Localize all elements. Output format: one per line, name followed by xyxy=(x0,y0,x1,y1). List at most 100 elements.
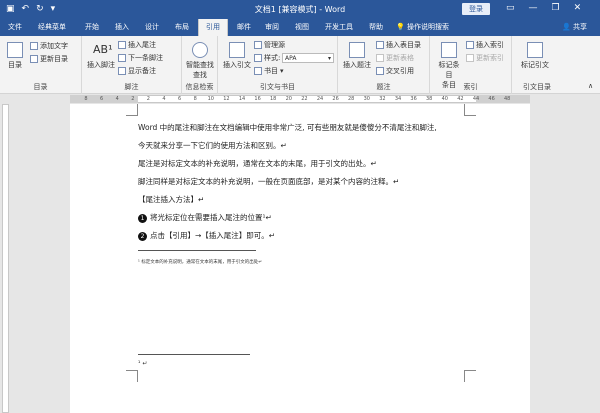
insert-index-icon xyxy=(466,41,474,49)
ribbon: 目录 添加文字 更新目录 目录 AB¹ 插入脚注 插入尾注 下一条脚注 显示备注… xyxy=(0,36,600,94)
collapse-ribbon-icon[interactable]: ∧ xyxy=(588,82,593,90)
ruler-tick: 32 xyxy=(379,96,386,102)
footnote-icon: AB¹ xyxy=(93,43,113,56)
add-text-icon xyxy=(30,42,38,50)
refresh-icon xyxy=(30,55,38,63)
ruler-tick: 30 xyxy=(363,96,370,102)
tab-help[interactable]: 帮助 xyxy=(364,19,388,36)
document-page[interactable]: Word 中的尾注和脚注在文档编辑中使用非常广泛, 可有些朋友就是傻傻分不清尾注… xyxy=(70,104,530,413)
tab-file[interactable]: 文件 xyxy=(2,19,28,36)
footnote-separator xyxy=(138,250,256,251)
mark-entry-icon xyxy=(441,42,457,58)
toc-button[interactable]: 目录 xyxy=(4,42,26,70)
add-text-button[interactable]: 添加文字 xyxy=(30,41,68,51)
ruler-tick: 48 xyxy=(504,96,511,102)
ruler-right-margin xyxy=(476,95,530,103)
show-notes-button[interactable]: 显示备注 xyxy=(118,66,156,76)
chevron-down-icon: ▾ xyxy=(280,67,284,75)
insert-citation-button[interactable]: 插入引文 xyxy=(222,42,252,70)
smart-lookup-button[interactable]: 智能查找 查找 xyxy=(186,42,214,80)
update-table-icon xyxy=(376,54,384,62)
ruler-tick: 14 xyxy=(238,96,246,102)
ruler-tick: 42 xyxy=(457,96,464,102)
ruler-tick: 2 xyxy=(146,96,150,102)
paragraph-heading: 【尾注插入方法】↵ xyxy=(138,195,205,204)
group-table-of-authorities: 标记引文 引文目录 xyxy=(512,36,562,94)
ruler-tick: 18 xyxy=(270,96,277,102)
group-label-toa: 引文目录 xyxy=(523,83,551,91)
tab-classic-menu[interactable]: 经典菜单 xyxy=(32,19,72,36)
group-label-captions: 题注 xyxy=(376,83,391,91)
group-label-footnotes: 脚注 xyxy=(124,83,139,91)
tab-references[interactable]: 引用 xyxy=(198,19,228,36)
close-icon[interactable]: ✕ xyxy=(574,2,582,15)
footnote-text: ¹ 标定文本的补充说明，通常在文本的末尾，用于引文的出处↵ xyxy=(138,260,263,265)
next-footnote-icon xyxy=(118,54,126,62)
tell-me-search[interactable]: 💡 操作说明搜索 xyxy=(396,19,466,36)
restore-icon[interactable]: ❐ xyxy=(552,2,560,15)
mark-citation-button[interactable]: 标记引文 xyxy=(518,42,552,70)
insert-caption-button[interactable]: 插入题注 xyxy=(342,42,372,70)
tab-design[interactable]: 设计 xyxy=(140,19,164,36)
ruler-tick: 24 xyxy=(316,96,324,102)
tab-insert[interactable]: 插入 xyxy=(110,19,134,36)
ruler-tick: 38 xyxy=(426,96,433,102)
cross-reference-button[interactable]: 交叉引用 xyxy=(376,66,414,76)
insert-table-of-figures-button[interactable]: 插入表目录 xyxy=(376,40,421,50)
tab-review[interactable]: 审阅 xyxy=(260,19,284,36)
ruler-tick: 8 xyxy=(84,96,88,102)
manage-sources-icon xyxy=(254,41,262,49)
horizontal-ruler[interactable]: 8 6 4 2 2 4 6 8 10 12 14 16 18 20 22 24 26 28 30 32 34 36 38 40… xyxy=(0,94,600,104)
ruler-left-margin xyxy=(70,95,138,103)
tab-mailings[interactable]: 邮件 xyxy=(232,19,256,36)
paragraph-4: 脚注同样是对标定文本的补充说明，一般在页面底部，是对某个内容的注释。↵ xyxy=(138,177,400,186)
group-toc: 目录 添加文字 更新目录 目录 xyxy=(0,36,82,94)
step-number-1: 1 xyxy=(138,214,147,223)
step-2: 2 点击【引用】→【插入尾注】即可。↵ xyxy=(138,230,275,241)
crop-mark-top-right xyxy=(464,104,476,116)
style-icon xyxy=(254,54,262,62)
ruler-tick: 10 xyxy=(207,96,214,102)
smart-lookup-icon xyxy=(192,42,208,58)
ribbon-tabs: 文件 经典菜单 开始 插入 设计 布局 引用 邮件 审阅 视图 开发工具 帮助 … xyxy=(0,19,600,36)
endnote-icon xyxy=(118,41,126,49)
insert-endnote-button[interactable]: 插入尾注 xyxy=(118,40,156,50)
group-index: 标记条目 条目 插入索引 更新索引 索引 xyxy=(430,36,512,94)
update-index-icon xyxy=(466,54,474,62)
tab-layout[interactable]: 布局 xyxy=(170,19,194,36)
insert-footnote-button[interactable]: AB¹ 插入脚注 xyxy=(86,42,116,70)
login-button[interactable]: 登录 xyxy=(462,3,490,15)
update-toc-button[interactable]: 更新目录 xyxy=(30,54,68,64)
ruler-tick: 20 xyxy=(285,96,292,102)
ruler-tick: 8 xyxy=(193,96,197,102)
update-index-button: 更新索引 xyxy=(466,53,504,63)
bibliography-button[interactable]: 书目 ▾ xyxy=(254,66,284,76)
vertical-ruler[interactable] xyxy=(0,104,10,413)
ruler-tick: 12 xyxy=(223,96,230,102)
tab-home[interactable]: 开始 xyxy=(80,19,104,36)
tab-developer[interactable]: 开发工具 xyxy=(320,19,358,36)
show-notes-icon xyxy=(118,67,126,75)
minimize-icon[interactable]: — xyxy=(529,2,538,15)
lightbulb-icon: 💡 xyxy=(396,23,407,31)
tab-view[interactable]: 视图 xyxy=(290,19,314,36)
citation-style-select[interactable]: APA ▾ xyxy=(282,53,334,63)
group-label-index: 索引 xyxy=(463,83,478,91)
share-button[interactable]: 👤 共享 xyxy=(562,19,587,36)
ribbon-display-icon[interactable]: ▭ xyxy=(506,2,515,15)
step-1: 1 将光标定位在需要插入尾注的位置¹↵ xyxy=(138,212,272,223)
ruler-tick: 4 xyxy=(162,96,166,102)
window-controls: ▭ — ❐ ✕ xyxy=(506,2,581,15)
cross-reference-icon xyxy=(376,67,384,75)
group-citations: 插入引文 管理源 样式: APA ▾ 书目 ▾ 引文与书目 xyxy=(218,36,338,94)
ruler-tick: 16 xyxy=(254,96,261,102)
ruler-tick: 40 xyxy=(441,96,448,102)
insert-index-button[interactable]: 插入索引 xyxy=(466,40,504,50)
mark-citation-icon xyxy=(527,42,543,58)
manage-sources-button[interactable]: 管理源 xyxy=(254,40,285,50)
next-footnote-button[interactable]: 下一条脚注 xyxy=(118,53,163,63)
title-bar: ▣ ↶ ↻ ▾ 文档1 [兼容模式] - Word 登录 ▭ — ❐ ✕ xyxy=(0,0,600,19)
step-number-2: 2 xyxy=(138,232,147,241)
group-footnotes: AB¹ 插入脚注 插入尾注 下一条脚注 显示备注 脚注 xyxy=(82,36,182,94)
crop-mark-bottom-right xyxy=(464,370,476,382)
